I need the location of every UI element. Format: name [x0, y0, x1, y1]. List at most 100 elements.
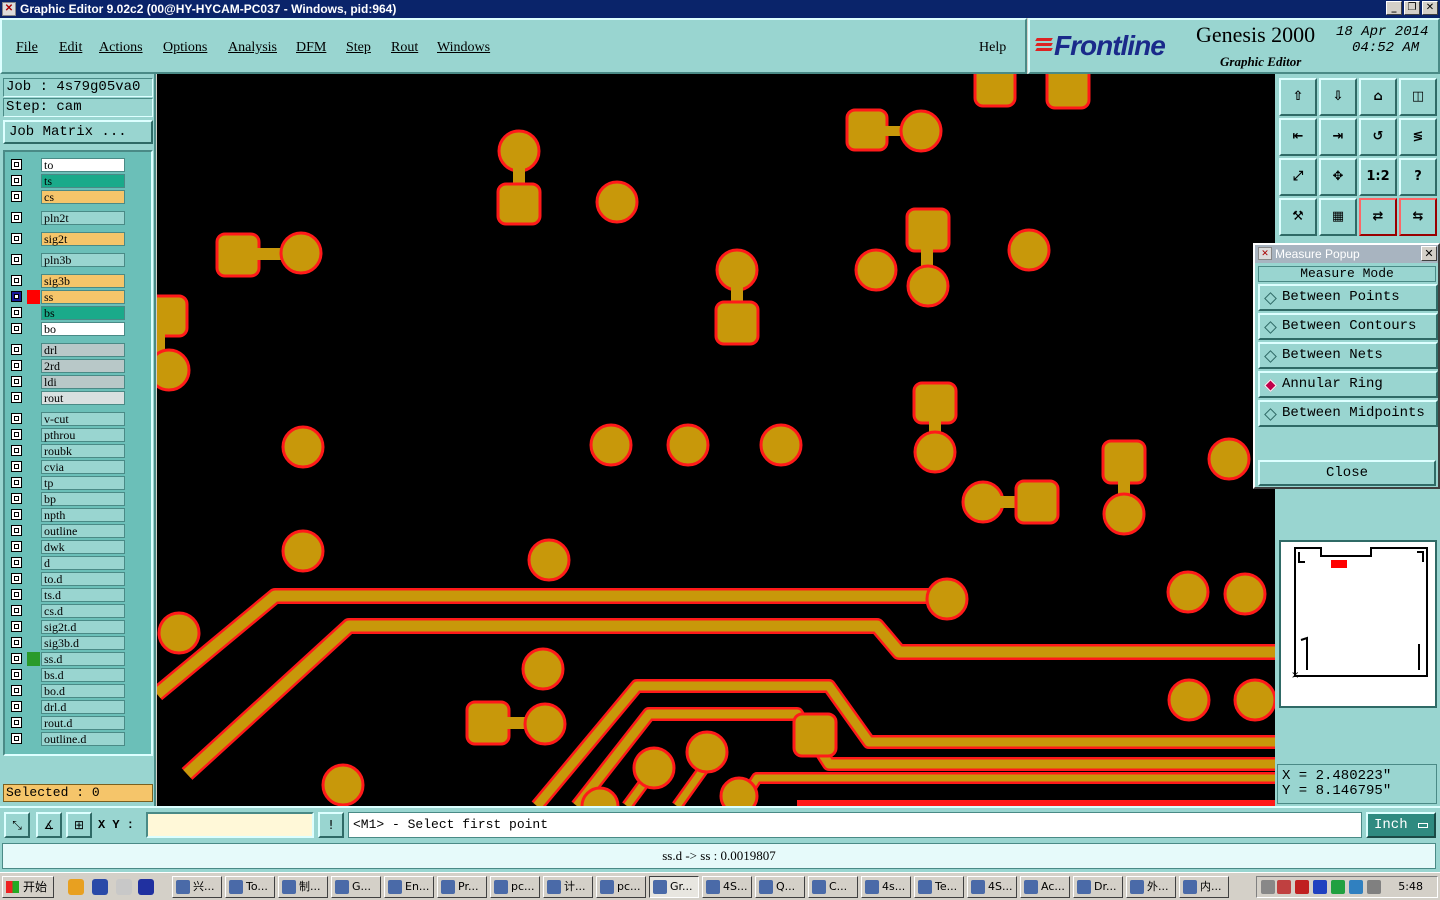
menu-windows[interactable]: Windows	[437, 40, 490, 56]
layer-checkbox[interactable]	[11, 275, 22, 286]
zoom-left-icon[interactable]: ⇤	[1279, 118, 1317, 156]
layer-name[interactable]: dwk	[41, 540, 125, 554]
home-icon[interactable]: ⌂	[1359, 78, 1397, 116]
layer-row-pln2t[interactable]: pln2t	[7, 211, 127, 225]
layer-name[interactable]: cs.d	[41, 604, 125, 618]
tray-pen-icon[interactable]	[1261, 880, 1275, 894]
layer-checkbox[interactable]	[11, 525, 22, 536]
layer-swap-icon[interactable]: ⇆	[1399, 198, 1437, 236]
layer-name[interactable]: sig2t	[41, 232, 125, 246]
overview-minimap[interactable]: ×	[1279, 540, 1437, 708]
layer-row-tp[interactable]: tp	[7, 476, 127, 490]
layer-row-ss-d[interactable]: ss.d	[7, 652, 127, 666]
scale-1-2-icon[interactable]: 1:2	[1359, 158, 1397, 196]
taskbar-task[interactable]: G...	[331, 876, 381, 898]
layer-row-ts[interactable]: ts	[7, 174, 127, 188]
layer-row-sig2t[interactable]: sig2t	[7, 232, 127, 246]
layer-checkbox[interactable]	[11, 733, 22, 744]
layer-row-drl[interactable]: drl	[7, 343, 127, 357]
layer-checkbox[interactable]	[11, 509, 22, 520]
layer-checkbox[interactable]	[11, 429, 22, 440]
layer-row-sig3b[interactable]: sig3b	[7, 274, 127, 288]
fit-icon[interactable]: ⤢	[1279, 158, 1317, 196]
save-step-icon[interactable]: ⇩	[1319, 78, 1357, 116]
layer-name[interactable]: pln3b	[41, 253, 125, 267]
layer-row-to[interactable]: to	[7, 158, 127, 172]
layer-name[interactable]: pln2t	[41, 211, 125, 225]
layer-checkbox[interactable]	[11, 159, 22, 170]
menu-step[interactable]: Step	[346, 40, 371, 56]
popup-close-icon[interactable]: ✕	[1421, 246, 1437, 261]
layer-checkbox[interactable]	[11, 541, 22, 552]
layer-checkbox[interactable]	[11, 621, 22, 632]
snap-grid-icon[interactable]: ⊞	[66, 812, 92, 838]
layer-row-v-cut[interactable]: v-cut	[7, 412, 127, 426]
zoom-right-icon[interactable]: ⇥	[1319, 118, 1357, 156]
layer-row-cvia[interactable]: cvia	[7, 460, 127, 474]
layer-name[interactable]: ldi	[41, 375, 125, 389]
layer-checkbox[interactable]	[11, 323, 22, 334]
layer-name[interactable]: npth	[41, 508, 125, 522]
tray-device-icon[interactable]	[1367, 880, 1381, 894]
layer-checkbox[interactable]	[11, 493, 22, 504]
layer-row-ss[interactable]: ss	[7, 290, 127, 304]
layer-row-roubk[interactable]: roubk	[7, 444, 127, 458]
layer-checkbox[interactable]	[11, 254, 22, 265]
layer-checkbox[interactable]	[11, 233, 22, 244]
layer-row-2rd[interactable]: 2rd	[7, 359, 127, 373]
taskbar-task[interactable]: To...	[225, 876, 275, 898]
layer-row-ts-d[interactable]: ts.d	[7, 588, 127, 602]
menu-actions[interactable]: Actions	[99, 40, 143, 56]
taskbar-task[interactable]: 4S...	[967, 876, 1017, 898]
layer-name[interactable]: 2rd	[41, 359, 125, 373]
layer-checkbox[interactable]	[11, 291, 22, 302]
layer-name[interactable]: cvia	[41, 460, 125, 474]
layer-row-outline-d[interactable]: outline.d	[7, 732, 127, 746]
taskbar-task[interactable]: 外...	[1126, 876, 1176, 898]
measure-option-between-nets[interactable]: Between Nets	[1258, 342, 1438, 369]
layer-row-sig3b-d[interactable]: sig3b.d	[7, 636, 127, 650]
taskbar-task[interactable]: Gr...	[649, 876, 699, 898]
taskbar-task[interactable]: pc...	[490, 876, 540, 898]
info-button[interactable]: !	[318, 812, 344, 838]
layer-checkbox[interactable]	[11, 557, 22, 568]
taskbar-task[interactable]: En...	[384, 876, 434, 898]
quicklaunch-edit-icon[interactable]	[116, 879, 132, 895]
layer-checkbox[interactable]	[11, 477, 22, 488]
layer-checkbox[interactable]	[11, 461, 22, 472]
layer-name[interactable]: drl.d	[41, 700, 125, 714]
tools-icon[interactable]: ⚒	[1279, 198, 1317, 236]
help-icon[interactable]: ?	[1399, 158, 1437, 196]
layer-name[interactable]: outline.d	[41, 732, 125, 746]
layer-checkbox[interactable]	[11, 589, 22, 600]
menu-edit[interactable]: Edit	[59, 40, 82, 56]
layer-checkbox[interactable]	[11, 175, 22, 186]
tray-s-icon[interactable]	[1331, 880, 1345, 894]
tray-ch-icon[interactable]	[1313, 880, 1327, 894]
layer-name[interactable]: d	[41, 556, 125, 570]
taskbar-task[interactable]: 4s...	[861, 876, 911, 898]
layer-row-to-d[interactable]: to.d	[7, 572, 127, 586]
layer-row-dwk[interactable]: dwk	[7, 540, 127, 554]
layer-checkbox[interactable]	[11, 573, 22, 584]
taskbar-task[interactable]: Q...	[755, 876, 805, 898]
layer-name[interactable]: bs	[41, 306, 125, 320]
measure-option-annular-ring[interactable]: Annular Ring	[1258, 371, 1438, 398]
layer-row-bs-d[interactable]: bs.d	[7, 668, 127, 682]
graphic-canvas[interactable]	[157, 74, 1275, 806]
taskbar-task[interactable]: 内...	[1179, 876, 1229, 898]
app-icon[interactable]: ✕	[2, 2, 16, 16]
measure-option-between-contours[interactable]: Between Contours	[1258, 313, 1438, 340]
layer-name[interactable]: cs	[41, 190, 125, 204]
layer-checkbox[interactable]	[11, 307, 22, 318]
layer-row-d[interactable]: d	[7, 556, 127, 570]
layer-name[interactable]: bo.d	[41, 684, 125, 698]
measure-popup-title-bar[interactable]: ✕ Measure Popup ✕	[1255, 245, 1438, 263]
layer-name[interactable]: to	[41, 158, 125, 172]
layer-compare-icon[interactable]: ⇄	[1359, 198, 1397, 236]
taskbar-task[interactable]: Te...	[914, 876, 964, 898]
layer-checkbox[interactable]	[11, 637, 22, 648]
layer-row-sig2t-d[interactable]: sig2t.d	[7, 620, 127, 634]
layer-checkbox[interactable]	[11, 701, 22, 712]
layer-row-outline[interactable]: outline	[7, 524, 127, 538]
